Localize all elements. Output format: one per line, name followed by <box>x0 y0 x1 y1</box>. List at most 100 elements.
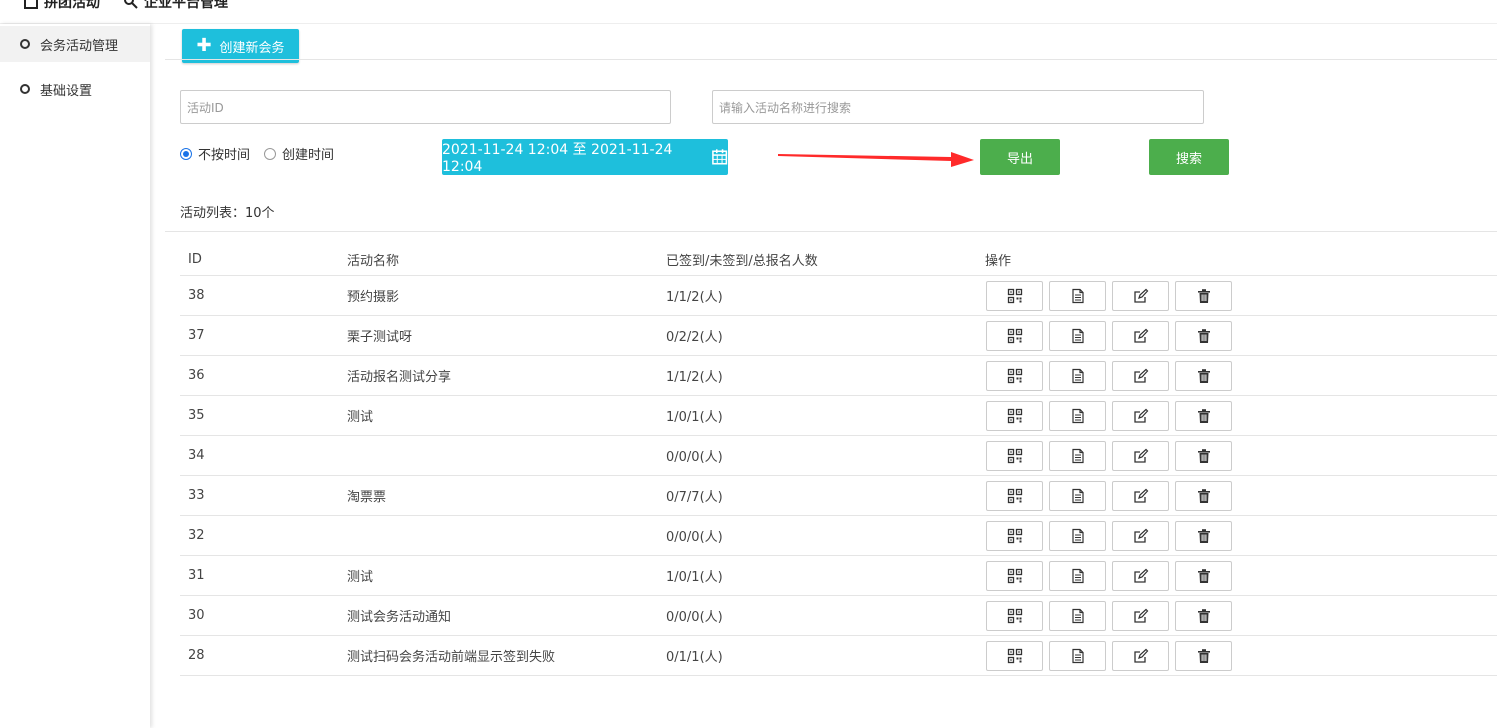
row-count: 0/0/0(人) <box>666 450 723 465</box>
edit-icon <box>1133 328 1148 343</box>
topnav-group-buy[interactable]: 拼团活动 <box>24 0 100 12</box>
table-row: 31 测试 1/0/1(人) <box>180 556 1497 596</box>
radio-no-time[interactable] <box>180 147 192 160</box>
row-name: 栗子测试呀 <box>347 330 413 345</box>
delete-button[interactable] <box>1175 360 1232 391</box>
row-count: 1/0/1(人) <box>666 410 723 425</box>
document-icon <box>1071 568 1084 583</box>
document-button[interactable] <box>1049 360 1106 391</box>
image-icon <box>24 0 38 9</box>
edit-button[interactable] <box>1112 280 1169 311</box>
edit-button[interactable] <box>1112 480 1169 511</box>
edit-icon <box>1133 448 1148 463</box>
delete-button[interactable] <box>1175 600 1232 631</box>
edit-icon <box>1133 608 1148 623</box>
edit-button[interactable] <box>1112 560 1169 591</box>
edit-button[interactable] <box>1112 360 1169 391</box>
qrcode-button[interactable] <box>986 320 1043 351</box>
row-actions <box>986 276 1232 315</box>
delete-button[interactable] <box>1175 400 1232 431</box>
calendar-icon <box>711 149 727 165</box>
qrcode-button[interactable] <box>986 360 1043 391</box>
radio-no-time-label[interactable]: 不按时间 <box>198 144 250 163</box>
delete-button[interactable] <box>1175 520 1232 551</box>
delete-button[interactable] <box>1175 480 1232 511</box>
document-button[interactable] <box>1049 560 1106 591</box>
radio-create-time-label[interactable]: 创建时间 <box>282 144 334 163</box>
search-button[interactable]: 搜索 <box>1149 139 1229 175</box>
edit-button[interactable] <box>1112 600 1169 631</box>
export-label: 导出 <box>1006 151 1033 167</box>
qrcode-icon <box>1007 328 1022 343</box>
trash-icon <box>1197 608 1210 623</box>
plus-icon: ✚ <box>196 35 212 56</box>
table-row: 37 栗子测试呀 0/2/2(人) <box>180 316 1497 356</box>
topnav-enterprise[interactable]: 企业平台管理 <box>124 0 228 12</box>
red-arrow-annotation <box>778 152 974 167</box>
activity-id-input[interactable]: 活动ID <box>180 90 671 124</box>
delete-button[interactable] <box>1175 320 1232 351</box>
document-button[interactable] <box>1049 480 1106 511</box>
document-icon <box>1071 328 1084 343</box>
qrcode-icon <box>1007 648 1022 663</box>
row-actions <box>986 436 1232 475</box>
qrcode-button[interactable] <box>986 560 1043 591</box>
row-count: 0/0/0(人) <box>666 610 723 625</box>
edit-icon <box>1133 488 1148 503</box>
edit-button[interactable] <box>1112 640 1169 671</box>
trash-icon <box>1197 568 1210 583</box>
edit-button[interactable] <box>1112 520 1169 551</box>
trash-icon <box>1197 648 1210 663</box>
topnav-group-buy-label: 拼团活动 <box>44 0 100 11</box>
circle-icon <box>20 84 30 94</box>
delete-button[interactable] <box>1175 440 1232 471</box>
document-icon <box>1071 288 1084 303</box>
edit-button[interactable] <box>1112 320 1169 351</box>
sidebar-item-basic-settings[interactable]: 基础设置 <box>0 71 150 107</box>
row-name: 测试扫码会务活动前端显示签到失败 <box>347 650 556 665</box>
row-actions <box>986 356 1232 395</box>
date-range-picker[interactable]: 2021-11-24 12:04 至 2021-11-24 12:04 <box>442 139 728 175</box>
edit-button[interactable] <box>1112 440 1169 471</box>
row-actions <box>986 516 1232 555</box>
sidebar-item-meeting-management[interactable]: 会务活动管理 <box>0 26 150 62</box>
document-button[interactable] <box>1049 600 1106 631</box>
document-button[interactable] <box>1049 640 1106 671</box>
qrcode-icon <box>1007 288 1022 303</box>
row-id: 34 <box>188 448 205 463</box>
delete-button[interactable] <box>1175 640 1232 671</box>
qrcode-button[interactable] <box>986 600 1043 631</box>
radio-create-time[interactable] <box>264 147 277 160</box>
qrcode-button[interactable] <box>986 280 1043 311</box>
document-button[interactable] <box>1049 320 1106 351</box>
qrcode-icon <box>1007 568 1022 583</box>
document-icon <box>1071 448 1084 463</box>
edit-icon <box>1133 288 1148 303</box>
document-button[interactable] <box>1049 520 1106 551</box>
qrcode-button[interactable] <box>986 440 1043 471</box>
row-id: 36 <box>188 368 205 383</box>
qrcode-button[interactable] <box>986 640 1043 671</box>
document-button[interactable] <box>1049 280 1106 311</box>
document-icon <box>1071 368 1084 383</box>
edit-icon <box>1133 568 1148 583</box>
qrcode-button[interactable] <box>986 400 1043 431</box>
header-name: 活动名称 <box>347 254 400 269</box>
qrcode-button[interactable] <box>986 520 1043 551</box>
document-button[interactable] <box>1049 400 1106 431</box>
create-meeting-button[interactable]: ✚ 创建新会务 <box>182 29 299 63</box>
qrcode-button[interactable] <box>986 480 1043 511</box>
trash-icon <box>1197 488 1210 503</box>
row-name: 活动报名测试分享 <box>347 370 452 385</box>
document-icon <box>1071 648 1084 663</box>
activity-name-search-input[interactable]: 请输入活动名称进行搜索 <box>712 90 1204 124</box>
document-button[interactable] <box>1049 440 1106 471</box>
edit-button[interactable] <box>1112 400 1169 431</box>
delete-button[interactable] <box>1175 280 1232 311</box>
qrcode-icon <box>1007 528 1022 543</box>
row-actions <box>986 396 1232 435</box>
export-button[interactable]: 导出 <box>980 139 1060 175</box>
delete-button[interactable] <box>1175 560 1232 591</box>
search-icon <box>124 0 138 9</box>
edit-icon <box>1133 408 1148 423</box>
